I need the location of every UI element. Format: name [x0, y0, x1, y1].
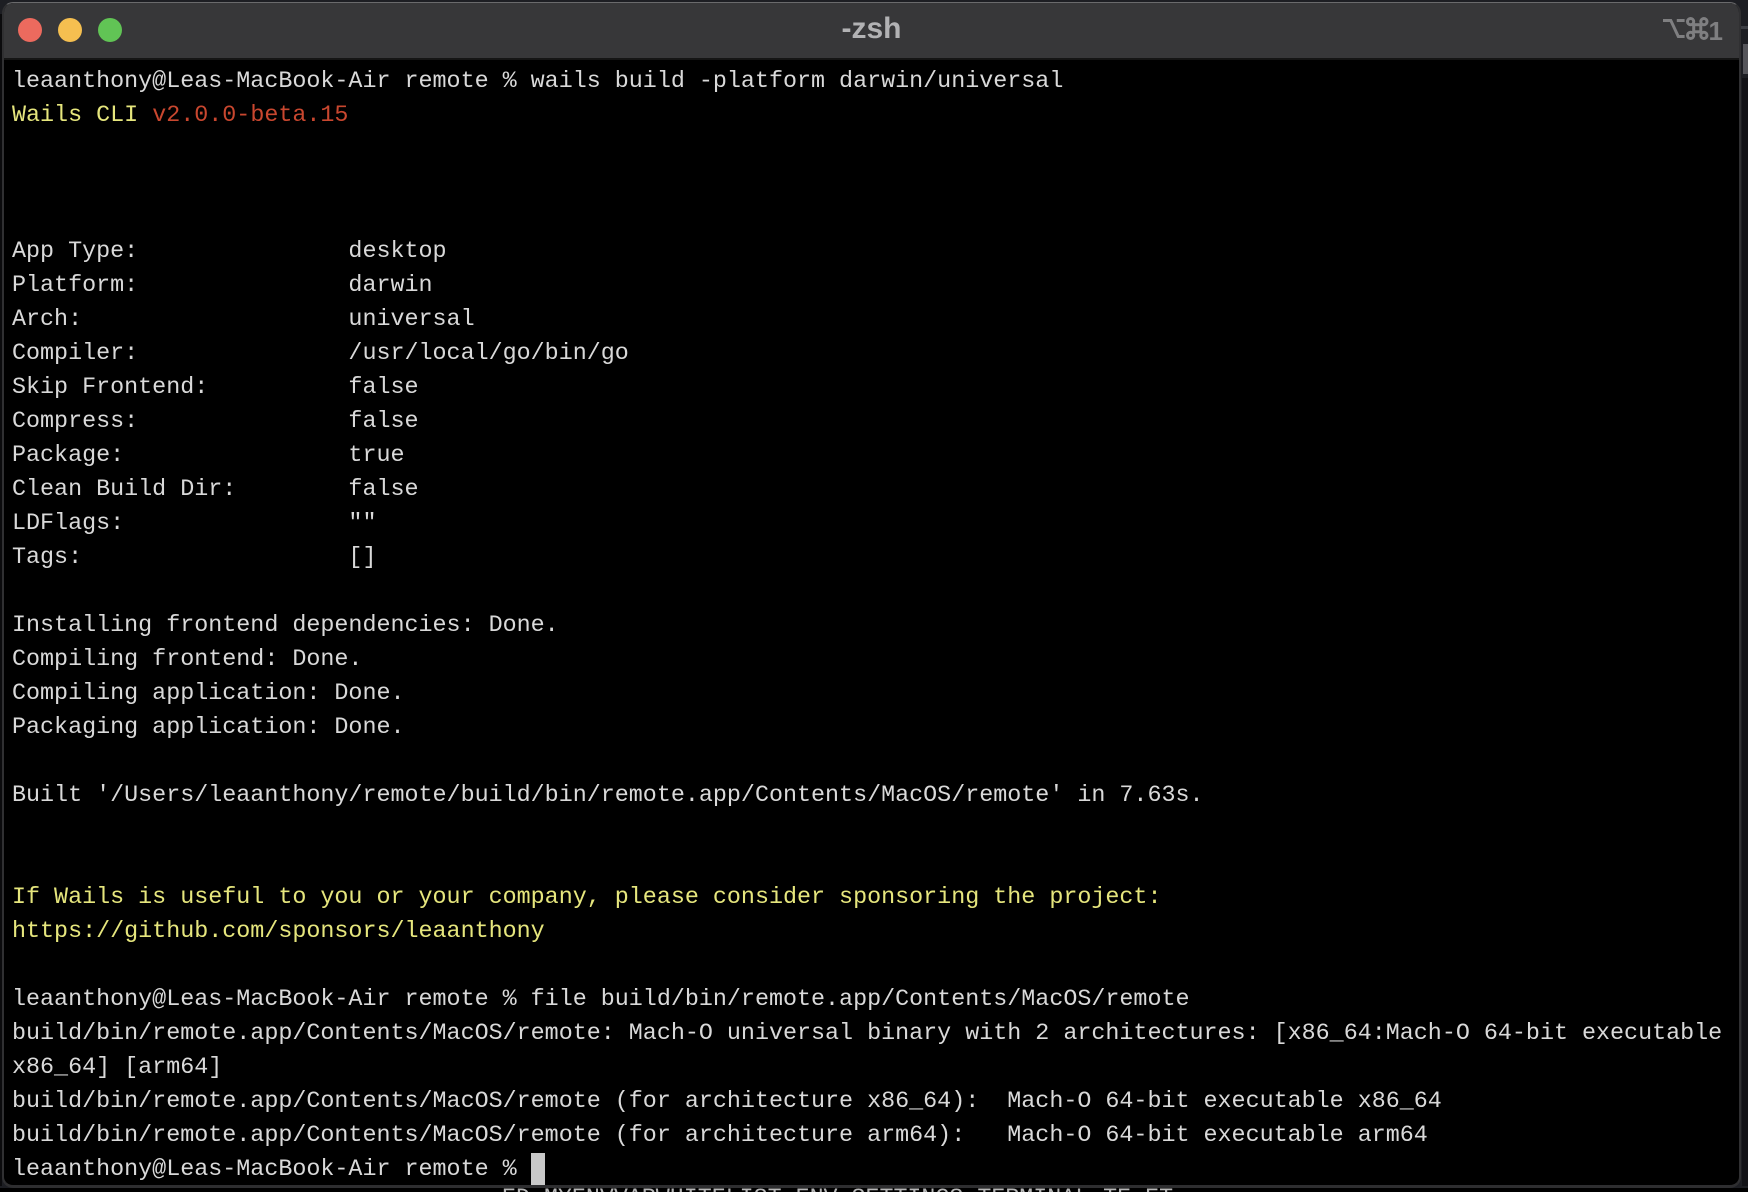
svg-text:1: 1 — [1709, 16, 1723, 44]
